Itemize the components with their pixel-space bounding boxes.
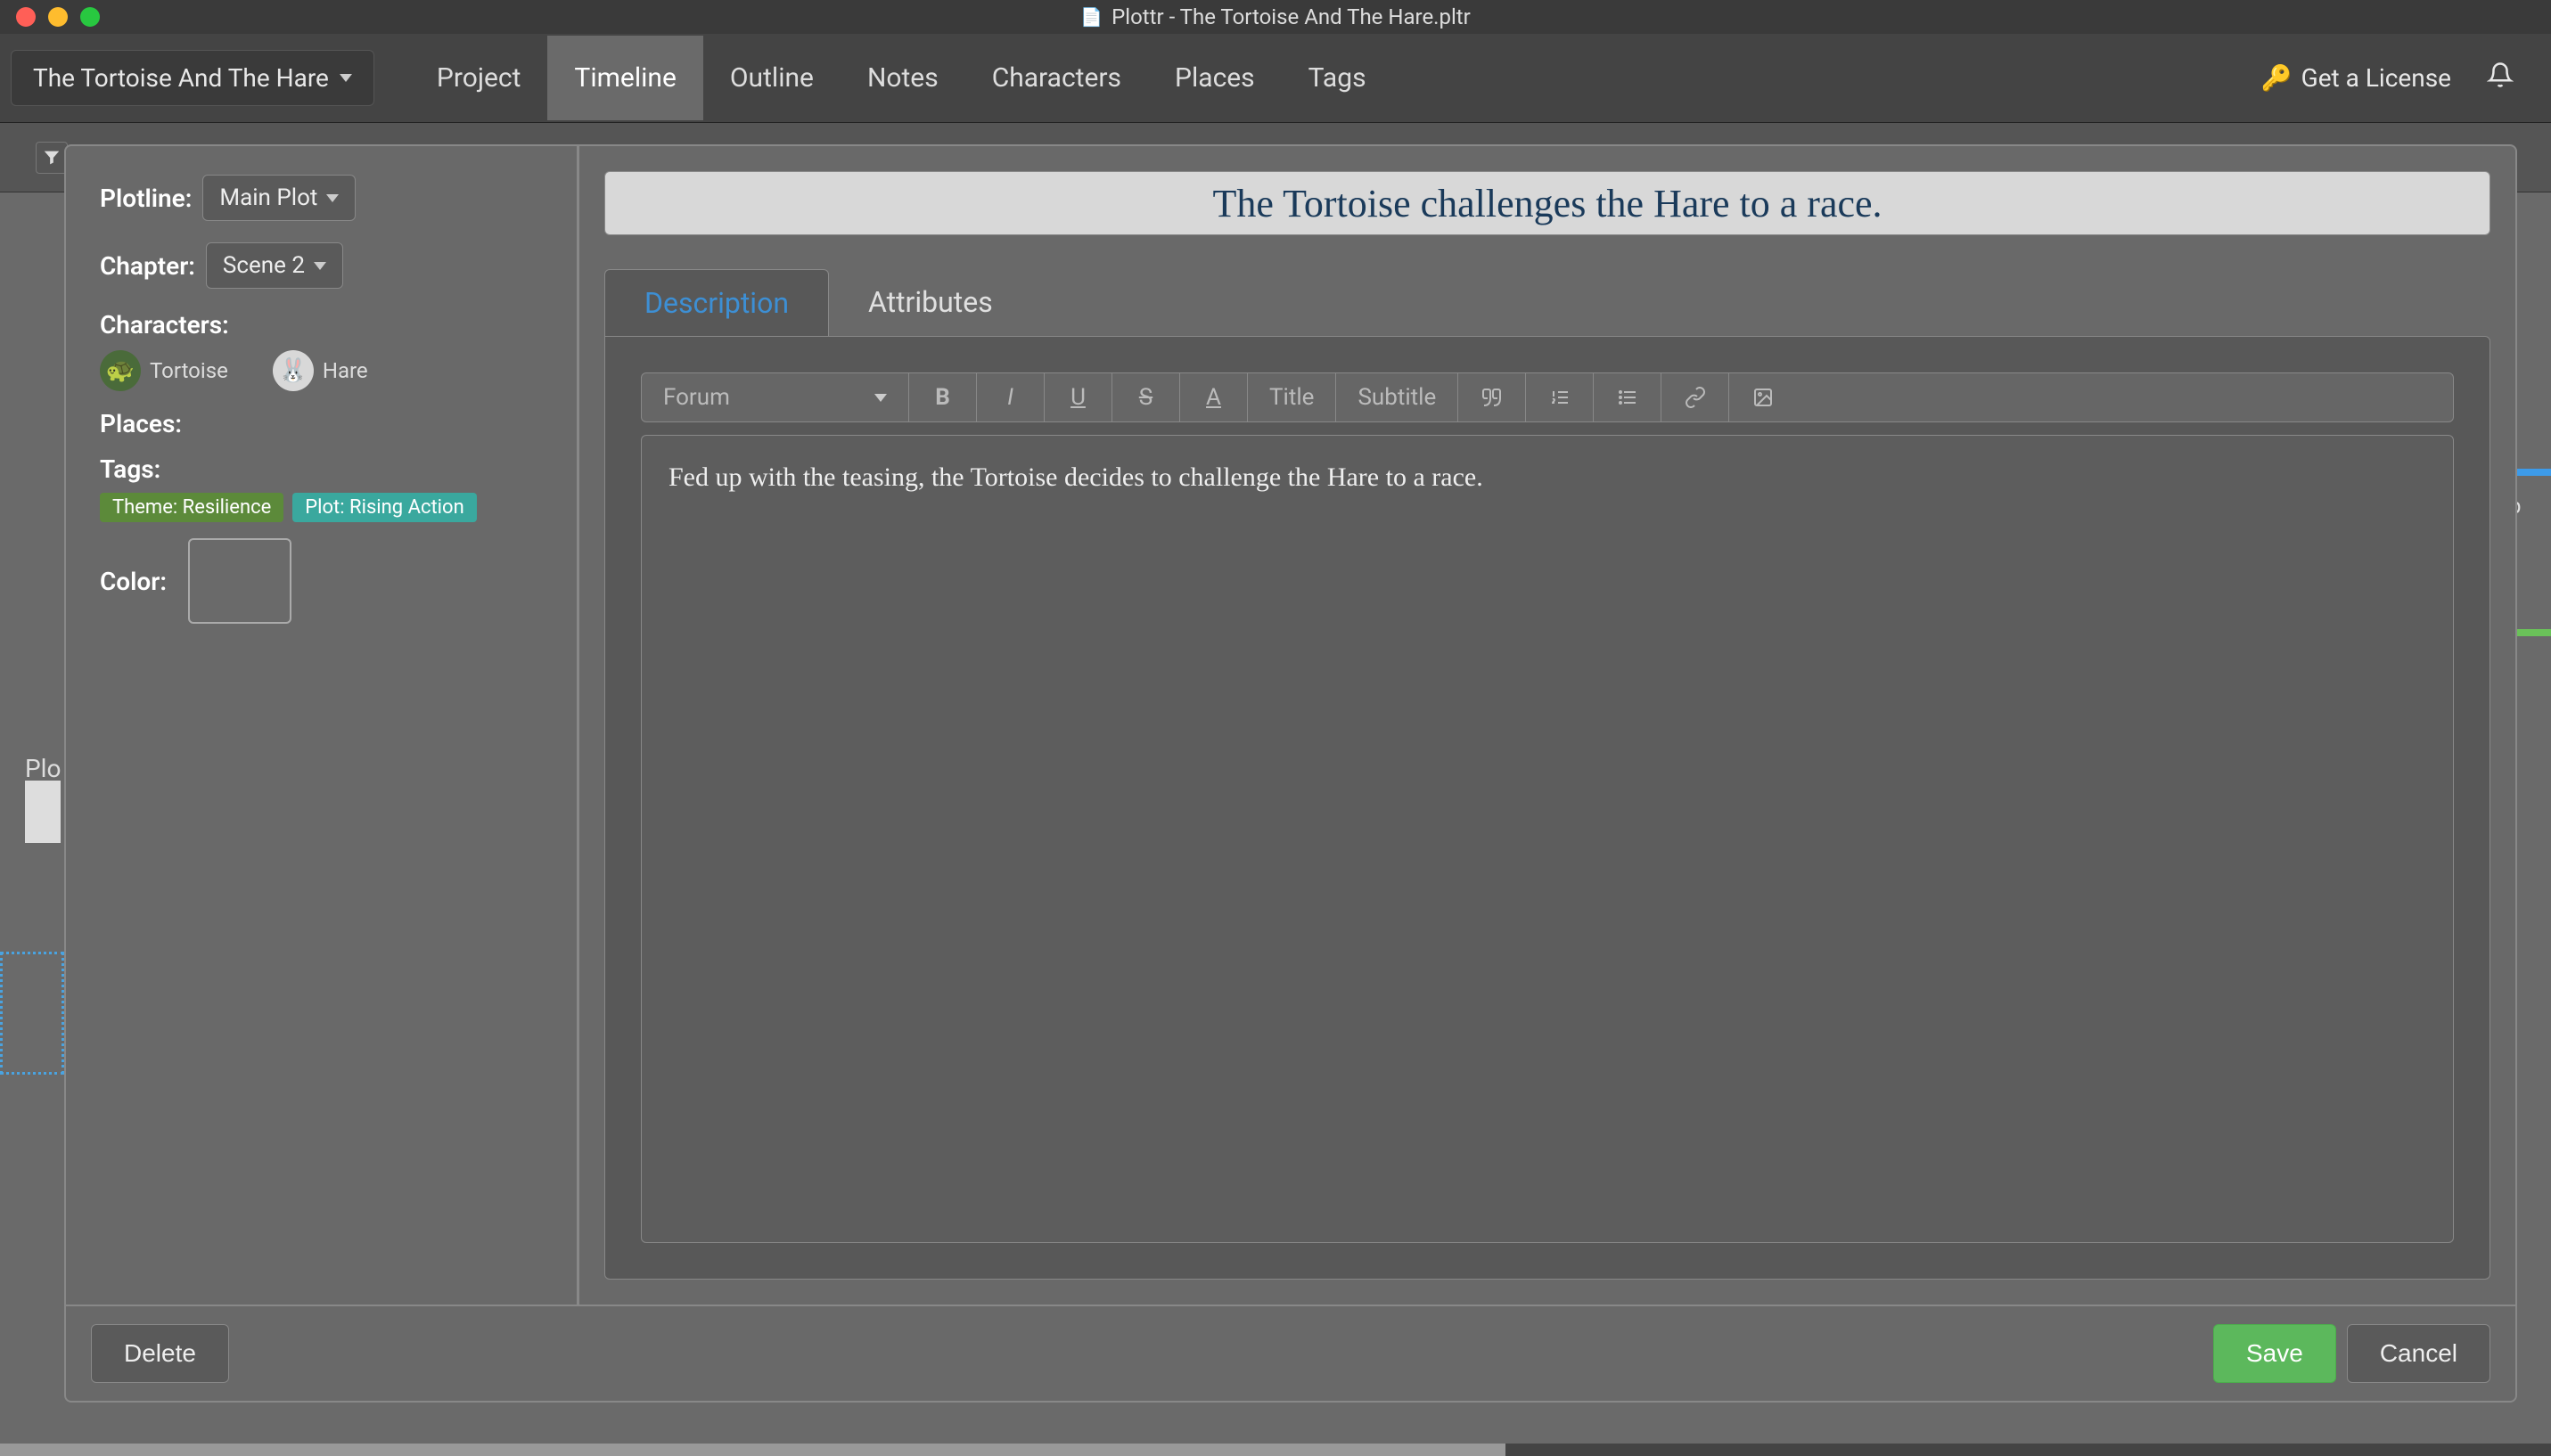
content-tabs: Description Attributes (604, 269, 2490, 336)
character-tortoise[interactable]: 🐢 Tortoise (100, 350, 228, 391)
hare-avatar-icon: 🐰 (273, 350, 314, 391)
plotline-value: Main Plot (219, 184, 317, 211)
tags-row: Theme: Resilience Plot: Rising Action (100, 493, 543, 522)
description-editor[interactable]: Fed up with the teasing, the Tortoise de… (641, 435, 2454, 1243)
notification-bell-icon[interactable] (2487, 61, 2514, 95)
plotline-dropdown[interactable]: Main Plot (202, 175, 356, 221)
maximize-window-button[interactable] (80, 7, 100, 27)
title-style-button[interactable]: Title (1248, 373, 1336, 421)
color-label: Color: (100, 567, 167, 596)
scene-title-input[interactable] (604, 171, 2490, 235)
modal-sidebar: Plotline: Main Plot Chapter: Scene 2 Cha… (66, 146, 579, 1305)
plotline-label: Plotline: (100, 184, 192, 213)
places-label: Places: (100, 409, 543, 438)
nav-tab-timeline[interactable]: Timeline (547, 36, 702, 120)
chapter-row: Chapter: Scene 2 (100, 242, 543, 289)
document-icon: 📄 (1080, 6, 1103, 28)
chapter-dropdown[interactable]: Scene 2 (206, 242, 343, 289)
ordered-list-button[interactable] (1526, 373, 1594, 421)
nav-tab-tags[interactable]: Tags (1282, 36, 1393, 120)
characters-list: 🐢 Tortoise 🐰 Hare (100, 350, 543, 391)
file-name-dropdown[interactable]: The Tortoise And The Hare (11, 50, 374, 106)
title-bar: 📄 Plottr - The Tortoise And The Hare.plt… (0, 0, 2551, 34)
character-hare[interactable]: 🐰 Hare (273, 350, 368, 391)
nav-tabs: Project Timeline Outline Notes Character… (410, 36, 1393, 120)
modal-footer: Delete Save Cancel (66, 1305, 2515, 1401)
font-name: Forum (663, 384, 730, 411)
delete-button[interactable]: Delete (91, 1324, 229, 1383)
subtitle-style-button[interactable]: Subtitle (1336, 373, 1458, 421)
editor-toolbar: Forum B I U S A Title Subtitle (641, 372, 2454, 422)
tab-description[interactable]: Description (604, 269, 829, 336)
color-row: Color: (100, 538, 543, 624)
left-white-block (25, 781, 61, 843)
traffic-lights (0, 7, 100, 27)
image-button[interactable] (1729, 373, 1797, 421)
strikethrough-button[interactable]: S (1112, 373, 1180, 421)
file-name-label: The Tortoise And The Hare (33, 63, 329, 93)
color-swatch[interactable] (188, 538, 291, 624)
horizontal-scrollbar[interactable] (0, 1444, 2551, 1456)
scene-editor-modal: Plotline: Main Plot Chapter: Scene 2 Cha… (64, 144, 2517, 1403)
chapter-value: Scene 2 (223, 252, 305, 279)
caret-down-icon (326, 194, 339, 202)
tag-theme[interactable]: Theme: Resilience (100, 493, 283, 522)
nav-tab-places[interactable]: Places (1148, 36, 1282, 120)
font-dropdown[interactable]: Forum (642, 373, 909, 421)
editor-area: Forum B I U S A Title Subtitle (604, 336, 2490, 1280)
modal-body: Plotline: Main Plot Chapter: Scene 2 Cha… (66, 146, 2515, 1305)
modal-content: Description Attributes Forum B I U S A T… (579, 146, 2515, 1305)
bullet-list-button[interactable] (1594, 373, 1661, 421)
link-button[interactable] (1661, 373, 1729, 421)
nav-tab-notes[interactable]: Notes (841, 36, 965, 120)
underline-button[interactable]: U (1045, 373, 1112, 421)
caret-down-icon (874, 394, 887, 402)
nav-tab-project[interactable]: Project (410, 36, 548, 120)
tortoise-avatar-icon: 🐢 (100, 350, 141, 391)
quote-button[interactable] (1458, 373, 1526, 421)
key-icon: 🔑 (2261, 63, 2293, 93)
nav-tab-outline[interactable]: Outline (703, 36, 841, 120)
filter-icon[interactable] (36, 142, 68, 174)
window-title: 📄 Plottr - The Tortoise And The Hare.plt… (1080, 4, 1471, 29)
get-license-button[interactable]: 🔑 Get a License (2261, 63, 2451, 93)
window-title-text: Plottr - The Tortoise And The Hare.pltr (1111, 4, 1471, 29)
character-name: Tortoise (150, 358, 228, 383)
save-button[interactable]: Save (2213, 1324, 2336, 1383)
caret-down-icon (340, 74, 352, 82)
text-color-button[interactable]: A (1180, 373, 1248, 421)
character-name: Hare (323, 358, 368, 383)
top-bar: The Tortoise And The Hare Project Timeli… (0, 34, 2551, 123)
nav-tab-characters[interactable]: Characters (965, 36, 1148, 120)
chapter-label: Chapter: (100, 251, 195, 281)
caret-down-icon (314, 262, 326, 270)
tags-label: Tags: (100, 454, 543, 484)
characters-label: Characters: (100, 310, 543, 339)
plotline-row: Plotline: Main Plot (100, 175, 543, 221)
bold-button[interactable]: B (909, 373, 977, 421)
close-window-button[interactable] (16, 7, 36, 27)
license-label: Get a License (2301, 63, 2451, 93)
minimize-window-button[interactable] (48, 7, 68, 27)
left-plotline-label: Plo (25, 754, 61, 783)
cancel-button[interactable]: Cancel (2347, 1324, 2490, 1383)
add-card-placeholder[interactable] (0, 952, 64, 1075)
top-right: 🔑 Get a License (2261, 61, 2540, 95)
italic-button[interactable]: I (977, 373, 1045, 421)
tab-attributes[interactable]: Attributes (829, 269, 1032, 336)
tag-plot[interactable]: Plot: Rising Action (292, 493, 476, 522)
